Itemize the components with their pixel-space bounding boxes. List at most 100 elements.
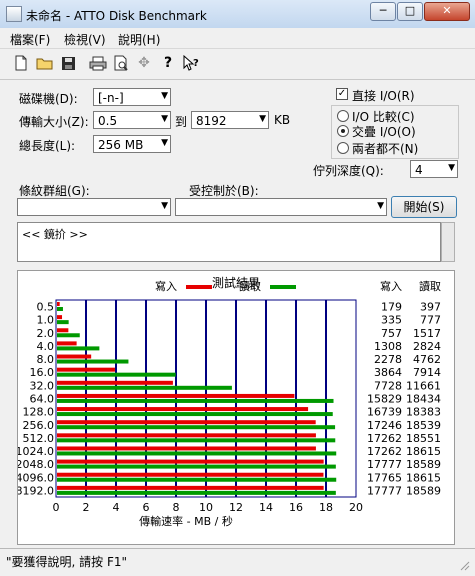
x-tick-label: 20: [349, 501, 363, 514]
write-bar: [57, 472, 324, 477]
controlled-by-select[interactable]: ▼: [175, 198, 387, 216]
total-length-select[interactable]: 256 MB ▼: [93, 135, 171, 153]
resize-grip-icon[interactable]: [460, 561, 470, 571]
read-value: 18615: [406, 445, 441, 458]
write-bar: [57, 341, 77, 346]
write-value: 17262: [367, 432, 402, 445]
queue-depth-value: 4: [415, 163, 423, 177]
description-text: << 鏡扴 >>: [22, 228, 88, 241]
print-icon[interactable]: [89, 54, 107, 72]
x-tick-label: 2: [83, 501, 90, 514]
read-bar: [57, 398, 334, 403]
write-bar: [57, 485, 324, 490]
read-bar: [57, 346, 100, 351]
read-bar: [57, 372, 176, 377]
write-bar: [57, 380, 173, 385]
category-label: 16.0: [30, 366, 55, 379]
write-value: 7728: [374, 379, 402, 392]
context-help-icon[interactable]: ?: [182, 54, 200, 72]
read-value: 18589: [406, 458, 441, 471]
read-value: 2824: [413, 340, 441, 353]
read-bar: [57, 438, 336, 443]
new-document-icon[interactable]: [12, 54, 30, 72]
write-bar: [57, 446, 316, 451]
test-pattern-select[interactable]: ▼: [17, 198, 171, 216]
x-axis-label: 傳輸速率 - MB / 秒: [139, 514, 233, 528]
total-length-label: 總長度(L):: [19, 139, 76, 153]
overlapped-io-label: 交疊 I/O(O): [352, 125, 416, 139]
open-folder-icon[interactable]: [36, 54, 54, 72]
write-value: 1308: [374, 340, 402, 353]
transfer-to-value: 8192: [196, 114, 227, 128]
menu-help[interactable]: 說明(H): [118, 31, 160, 48]
x-tick-label: 12: [229, 501, 243, 514]
results-panel: 測試結果 寫入 讀取 0 2 4 6 8 10 12 14 16 18 20 傳輸速率 - MB / 秒寫入…: [17, 270, 455, 545]
write-value: 17246: [367, 419, 402, 432]
direct-io-checkbox[interactable]: ✓: [336, 88, 348, 100]
write-bar: [57, 420, 316, 425]
menu-view[interactable]: 檢視(V): [64, 31, 106, 48]
read-value: 777: [420, 314, 441, 327]
description-scrollbar[interactable]: [441, 222, 455, 262]
category-label: 8192.0: [18, 484, 54, 497]
read-value: 18383: [406, 406, 441, 419]
read-bar: [57, 490, 336, 495]
write-value: 179: [381, 301, 402, 314]
description-textarea[interactable]: << 鏡扴 >>: [17, 222, 441, 262]
queue-depth-label: 佇列深度(Q):: [313, 164, 384, 178]
move-icon[interactable]: ✥: [135, 54, 153, 72]
x-tick-label: 10: [199, 501, 213, 514]
write-bar: [57, 459, 324, 464]
read-bar: [57, 425, 336, 430]
category-label: 4096.0: [18, 471, 54, 484]
x-tick-label: 6: [143, 501, 150, 514]
category-label: 1.0: [37, 314, 55, 327]
read-value: 18539: [406, 419, 441, 432]
write-value: 335: [381, 314, 402, 327]
start-button[interactable]: 開始(S): [391, 196, 457, 218]
read-bar: [57, 477, 337, 482]
queue-depth-select[interactable]: 4 ▼: [410, 160, 458, 178]
read-value: 4762: [413, 353, 441, 366]
test-pattern-label: 條紋群組(G):: [19, 184, 90, 198]
x-tick-label: 14: [259, 501, 273, 514]
overlapped-io-radio[interactable]: [337, 125, 349, 137]
menu-file[interactable]: 檔案(F): [10, 31, 50, 48]
read-legend-swatch: [270, 285, 296, 289]
to-label: 到: [175, 115, 188, 129]
write-bar: [57, 328, 69, 333]
chevron-down-icon: ▼: [161, 201, 168, 211]
transfer-to-select[interactable]: 8192 ▼: [191, 111, 269, 129]
category-label: 256.0: [23, 419, 55, 432]
category-label: 1024.0: [18, 445, 54, 458]
read-bar: [57, 464, 336, 469]
write-bar: [57, 433, 316, 438]
write-value: 757: [381, 327, 402, 340]
io-compare-radio[interactable]: [337, 110, 349, 122]
svg-text:?: ?: [193, 58, 199, 69]
drive-select[interactable]: [-n-] ▼: [93, 88, 171, 106]
category-label: 2.0: [37, 327, 55, 340]
category-label: 2048.0: [18, 458, 54, 471]
kb-label: KB: [274, 113, 291, 127]
category-label: 4.0: [37, 340, 55, 353]
save-disk-icon[interactable]: [59, 54, 77, 72]
write-value: 3864: [374, 366, 402, 379]
x-tick-label: 4: [113, 501, 120, 514]
transfer-from-select[interactable]: 0.5 ▼: [93, 111, 171, 129]
read-value: 18434: [406, 393, 441, 406]
print-preview-icon[interactable]: [112, 54, 130, 72]
read-value: 18589: [406, 484, 441, 497]
maximize-button[interactable]: □: [397, 2, 423, 21]
read-legend-label: 讀取: [239, 279, 261, 293]
neither-radio[interactable]: [337, 142, 349, 154]
results-chart: 測試結果寫入 讀取0 2 4 6 8 10 12 14 16 18 20傳輸速率 - MB / 秒寫入…: [18, 275, 441, 528]
write-value: 17777: [367, 484, 402, 497]
help-icon[interactable]: ?: [159, 54, 177, 72]
close-button[interactable]: ✕: [424, 2, 470, 21]
category-label: 64.0: [30, 393, 55, 406]
minimize-button[interactable]: ─: [370, 2, 396, 21]
controlled-by-label: 受控制於(B):: [189, 184, 259, 198]
category-label: 32.0: [30, 379, 55, 392]
read-bar: [57, 451, 337, 456]
